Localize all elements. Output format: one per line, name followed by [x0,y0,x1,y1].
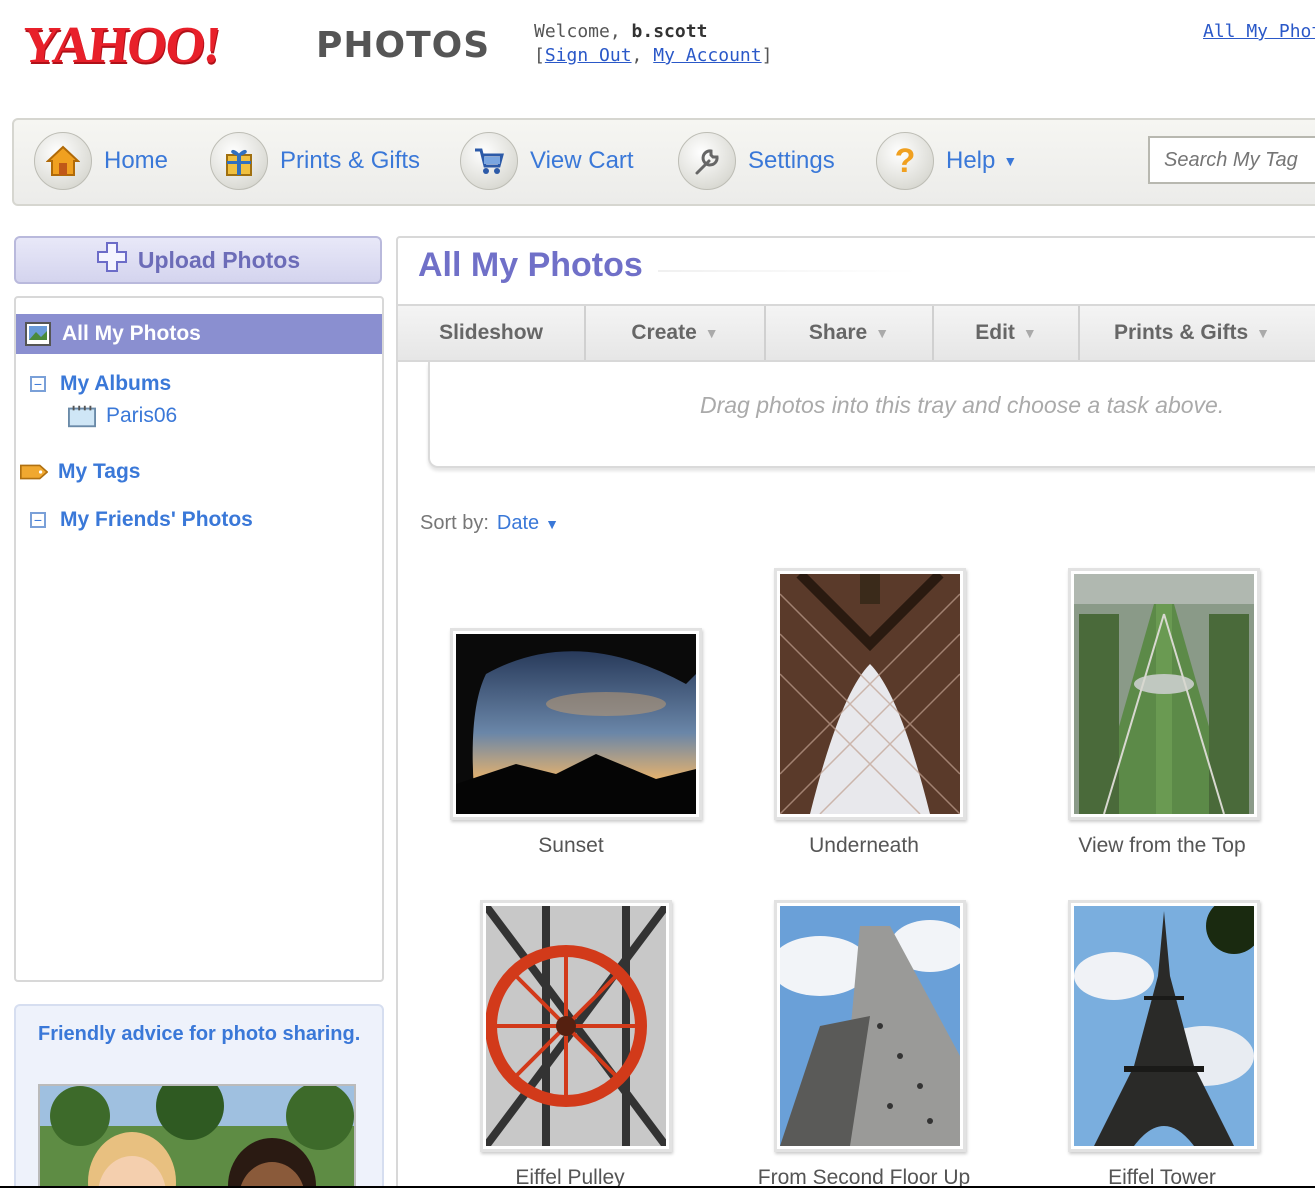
advice-title[interactable]: Friendly advice for photo sharing. [38,1022,368,1047]
yahoo-wordmark: YAHOO! [19,17,223,74]
collapse-toggle-icon[interactable]: − [30,376,46,392]
photo-caption[interactable]: View from the Top [1062,834,1262,858]
nav-prints-gifts-label: Prints & Gifts [280,147,421,174]
sort-select[interactable]: Date [497,512,539,535]
advice-children-photo[interactable] [38,1084,356,1186]
main-nav-bar: Home Prints & Gifts View Cart Settings ?… [12,118,1315,206]
sidebar-item-label: My Friends' Photos [60,508,253,531]
sidebar-item-my-tags[interactable]: My Tags [20,452,140,492]
sort-caret-icon[interactable]: ▼ [545,516,559,532]
sidebar-nav: All My Photos − My Albums Paris06 My Tag… [14,296,384,982]
home-icon [34,132,92,190]
photo-image [780,906,960,1146]
help-icon: ? [876,132,934,190]
nav-home[interactable]: Home [34,130,168,192]
photo-image [486,906,666,1146]
page-title: All My Photos [418,246,643,284]
cart-icon [460,132,518,190]
photo-caption[interactable]: From Second Floor Up [734,1166,994,1186]
collapse-toggle-icon[interactable]: − [30,512,46,528]
photo-image [1074,906,1254,1146]
search-tags-input[interactable] [1148,136,1315,184]
welcome-text: Welcome, [534,21,621,42]
nav-prints-gifts[interactable]: Prints & Gifts [210,130,420,192]
wrench-icon [678,132,736,190]
upload-photos-button[interactable]: Upload Photos [14,236,382,284]
slideshow-button[interactable]: Slideshow [398,306,586,360]
toolbar-label: Prints & Gifts [1113,321,1249,344]
sidebar-item-label: All My Photos [62,322,201,345]
edit-menu-button[interactable]: Edit ▼ [934,306,1080,360]
photo-image [780,574,960,814]
sidebar-item-label: Paris06 [106,404,178,427]
photo-caption[interactable]: Eiffel Pulley [470,1166,670,1186]
welcome-line: Welcome, b.scott [534,20,772,44]
gift-icon [210,132,268,190]
photo-image [1074,574,1254,814]
sidebar-item-my-friends-photos[interactable]: − My Friends' Photos [16,500,253,540]
dropdown-arrow-icon: ▼ [1256,325,1271,341]
sort-control: Sort by: Date ▼ [420,512,559,535]
nav-home-label: Home [104,147,169,174]
nav-help-label: Help [946,147,996,174]
toolbar-label: Slideshow [439,321,543,344]
sidebar-item-all-my-photos[interactable]: All My Photos [16,314,382,354]
photo-thumbnail-eiffel-tower[interactable] [1068,900,1260,1152]
photo-thumbnail-from-second-floor-up[interactable] [774,900,966,1152]
create-menu-button[interactable]: Create ▼ [586,306,766,360]
nav-settings-label: Settings [748,147,835,174]
my-account-link[interactable]: My Account [653,45,761,66]
help-dropdown-caret-icon: ▼ [1003,153,1018,169]
account-links: [Sign Out, My Account] [534,45,773,66]
title-divider [658,270,918,272]
plus-icon [96,241,128,279]
photo-caption[interactable]: Eiffel Tower [1062,1166,1262,1186]
sign-out-link[interactable]: Sign Out [545,45,632,66]
toolbar-label: Share [808,321,868,344]
dropdown-arrow-icon: ▼ [875,325,890,341]
photo-thumbnail-sunset[interactable] [450,628,702,820]
share-menu-button[interactable]: Share ▼ [766,306,934,360]
sort-label: Sort by: [420,512,489,534]
dropdown-arrow-icon: ▼ [1022,325,1037,341]
all-my-photos-top-link[interactable]: All My Phot [1203,20,1315,44]
nav-view-cart[interactable]: View Cart [460,130,634,192]
photo-toolbar: Slideshow Create ▼ Share ▼ Edit ▼ Prints & … [398,304,1315,362]
welcome-block: Welcome, b.scott [Sign Out, My Account] [534,20,772,68]
upload-photos-label: Upload Photos [137,246,301,273]
photo-caption[interactable]: Underneath [764,834,964,858]
advice-box: Friendly advice for photo sharing. [14,1004,384,1186]
dropdown-arrow-icon: ▼ [704,325,719,341]
photo-thumbnail-view-from-the-top[interactable] [1068,568,1260,820]
main-panel: All My Photos Slideshow Create ▼ Share ▼ E… [396,236,1315,1186]
username: b.scott [631,21,708,42]
photos-icon [24,320,52,348]
photo-thumbnail-underneath[interactable] [774,568,966,820]
tray-hint: Drag photos into this tray and choose a … [700,392,1225,418]
album-icon [68,402,96,430]
photo-caption[interactable]: Sunset [450,834,692,858]
tag-icon [20,458,48,486]
sidebar-item-label: My Tags [58,460,141,483]
sidebar-item-album-paris06[interactable]: Paris06 [60,396,177,436]
nav-help[interactable]: ? Help ▼ [876,130,1017,192]
toolbar-label: Edit [975,321,1015,344]
nav-view-cart-label: View Cart [530,147,634,174]
nav-settings[interactable]: Settings [678,130,835,192]
photo-image [456,634,696,814]
task-tray[interactable]: Drag photos into this tray and choose a … [428,362,1315,468]
photo-thumbnail-eiffel-pulley[interactable] [480,900,672,1152]
photos-page: YAHOO! PHOTOS Welcome, b.scott [Sign Out… [0,0,1315,1186]
toolbar-label: Create [631,321,697,344]
prints-gifts-menu-button[interactable]: Prints & Gifts ▼ [1080,306,1304,360]
sidebar-item-label: My Albums [60,372,172,395]
photos-wordmark: PHOTOS [316,25,491,66]
